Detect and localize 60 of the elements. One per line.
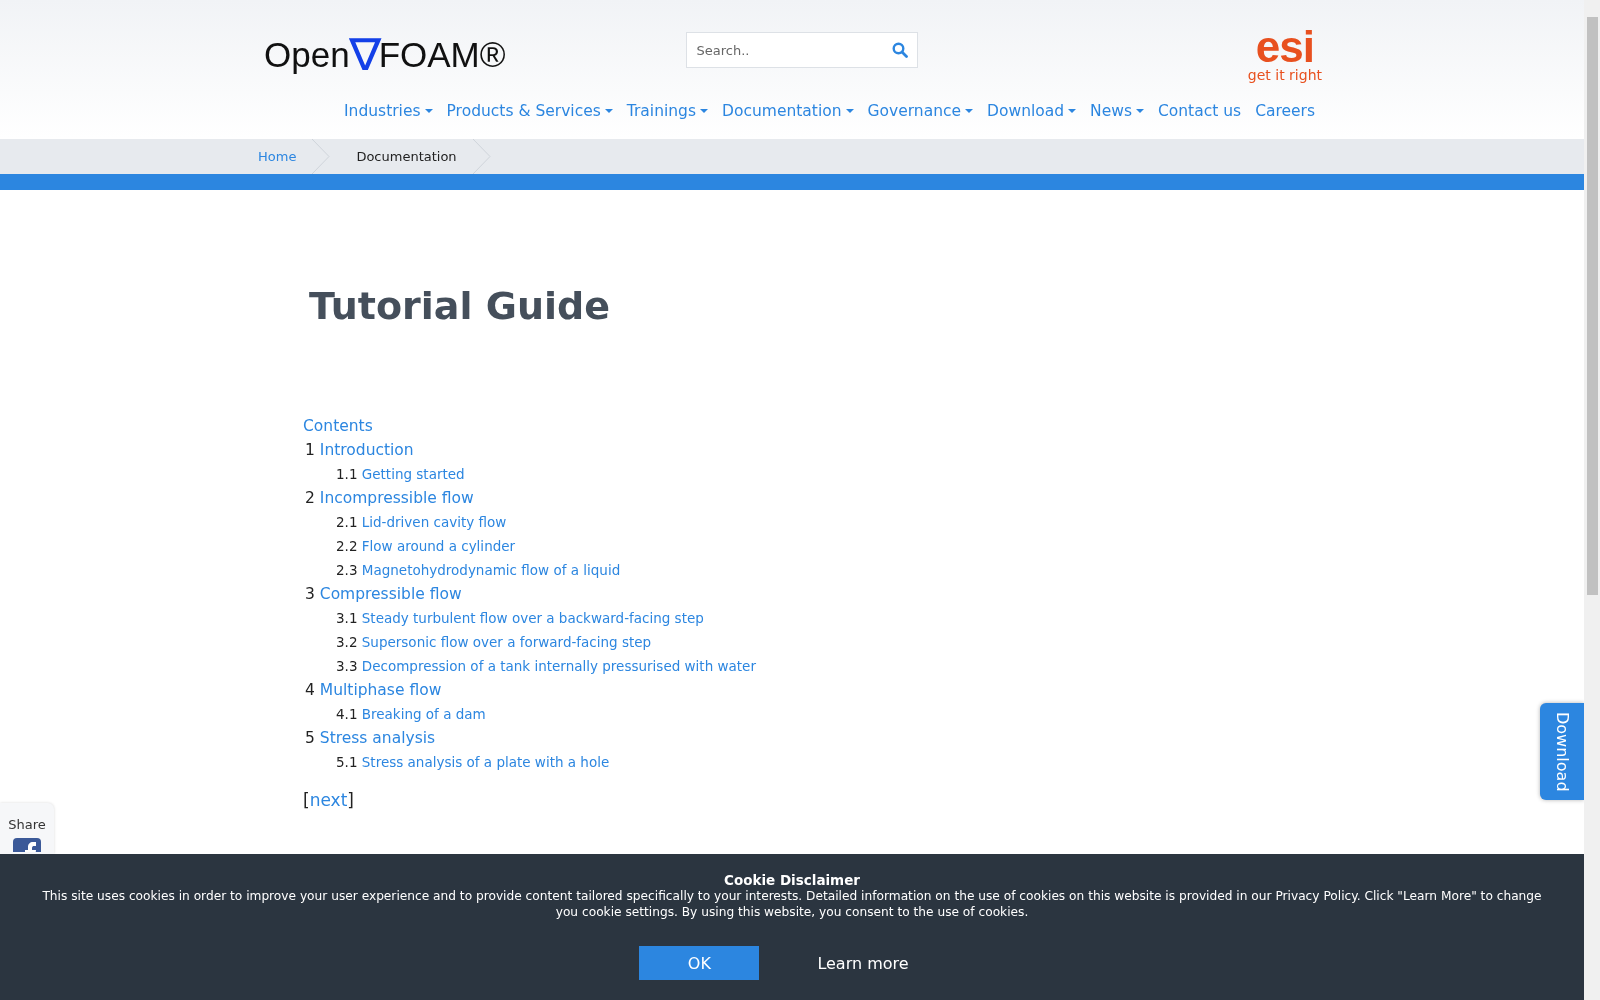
section-link[interactable]: Introduction [319,441,414,459]
breadcrumb-link[interactable]: Documentation [330,139,483,174]
chevron-icon [312,139,331,174]
share-label: Share [8,817,46,832]
section-number: 5.1 [336,754,358,770]
nav-link[interactable]: Download [980,102,1084,120]
page-title: Tutorial Guide [309,284,611,328]
section-number: 3 [305,585,315,603]
openfoam-logo[interactable]: Open∇FOAM® [264,33,506,77]
section-number: 3.1 [336,610,358,626]
section-number: 2.2 [336,538,358,554]
section-link[interactable]: Stress analysis [319,729,436,747]
subsection-link[interactable]: Flow around a cylinder [361,538,516,554]
nav-link[interactable]: Documentation [715,102,861,120]
subsection-link[interactable]: Lid-driven cavity flow [361,514,507,530]
section-number: 3.3 [336,658,358,674]
facebook-icon[interactable] [13,838,41,852]
search-field[interactable]: Search.. [685,32,918,68]
section-number: 4 [305,681,315,699]
nav-link[interactable]: Contact us [1151,102,1249,120]
ok-button[interactable]: OK [639,946,760,980]
section-link[interactable]: Multiphase flow [319,681,442,699]
scroll-thumb[interactable] [1586,17,1598,595]
nav-link[interactable]: News [1083,102,1151,120]
subsection-link[interactable]: Steady turbulent flow over a backward-facing step [361,610,704,626]
subsection-link[interactable]: Breaking of a dam [361,706,486,722]
nav-link[interactable]: Governance [860,102,981,120]
next-link[interactable]: next [309,790,348,810]
chevron-icon [472,139,491,174]
breadcrumb-link[interactable]: Home [244,139,323,174]
section-number: 4.1 [336,706,358,722]
esi-logo[interactable]: esi [1255,27,1314,67]
bracket: ] [347,790,354,810]
section-number: 2.1 [336,514,358,530]
section-link[interactable]: Incompressible flow [319,489,474,507]
download-tab[interactable]: Download [1540,703,1584,800]
contents-heading[interactable]: Contents [303,414,373,438]
section-number: 2 [305,489,315,507]
search-icon[interactable] [891,42,908,58]
brand-tagline: get it right [1247,67,1322,83]
nav-link[interactable]: Products & Services [439,102,620,120]
cookie-text: This site uses cookies in order to improve your user experience and to provide content tailored specifically to your interests. Detailed information on the use of cookies on this website is provided in our Privacy Policy. Click "Learn More" to change you cookie settings. By using this website, you consent to the use of cookies. [41,888,1543,920]
subsection-link[interactable]: Getting started [361,466,465,482]
cookie-title: Cookie Disclaimer [722,872,861,888]
section-number: 3.2 [336,634,358,650]
subsection-link[interactable]: Supersonic flow over a forward-facing step [361,634,652,650]
section-number: 5 [305,729,315,747]
bracket: [ [303,790,310,810]
section-number: 1.1 [336,466,358,482]
subsection-link[interactable]: Magnetohydrodynamic flow of a liquid [361,562,621,578]
section-number: 1 [305,441,315,459]
nav-link[interactable]: Trainings [619,102,716,120]
nav-link[interactable]: Careers [1248,102,1322,120]
learn-more-button[interactable]: Learn more [811,946,915,980]
subsection-link[interactable]: Stress analysis of a plate with a hole [361,754,610,770]
section-link[interactable]: Compressible flow [319,585,462,603]
scrollbar[interactable] [1584,0,1600,1000]
nav-link[interactable]: Industries [337,102,440,120]
subsection-link[interactable]: Decompression of a tank internally pressurised with water [361,658,756,674]
section-number: 2.3 [336,562,358,578]
